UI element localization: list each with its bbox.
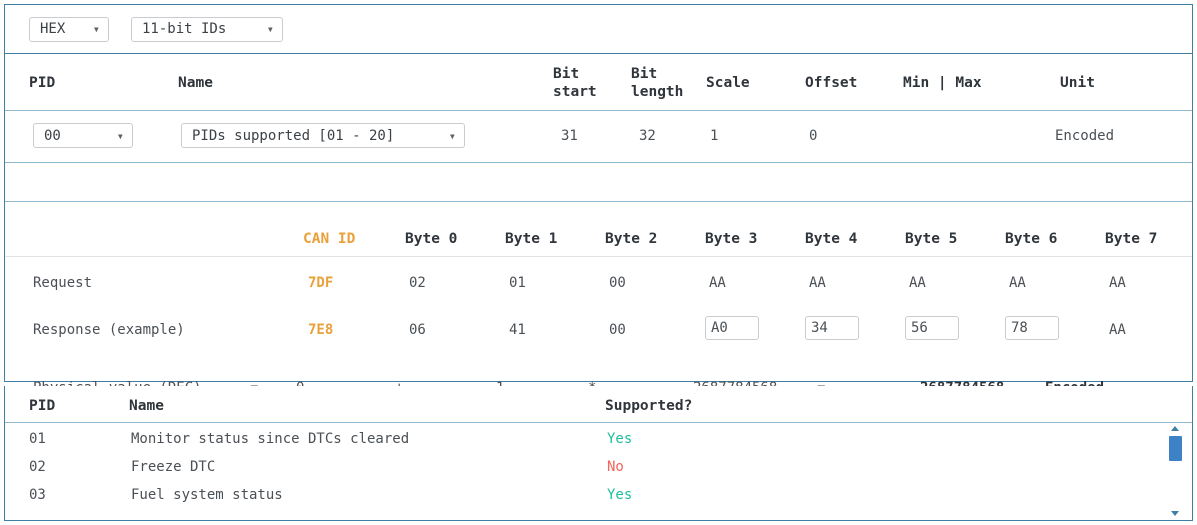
supported-row-pid: 03 xyxy=(29,487,46,503)
supported-row-name: Freeze DTC xyxy=(131,459,216,475)
request-byte-7: AA xyxy=(1109,275,1126,291)
pid-name-select[interactable]: PIDs supported [01 - 20] ▾ xyxy=(181,123,465,148)
supported-row-flag: No xyxy=(607,459,624,475)
scroll-down-arrow-icon[interactable] xyxy=(1171,511,1179,516)
supported-row-flag: Yes xyxy=(607,487,633,503)
pid-select-value: 00 xyxy=(44,127,61,144)
request-can-id: 7DF xyxy=(308,275,334,291)
divider-frame-header-top xyxy=(5,201,1192,202)
col-header-byte-6: Byte 6 xyxy=(1005,231,1058,247)
col-header-byte-0: Byte 0 xyxy=(405,231,458,247)
pid-name-select-value: PIDs supported [01 - 20] xyxy=(192,127,395,144)
supported-list-header: PID Name Supported? xyxy=(5,386,1192,422)
request-byte-5: AA xyxy=(909,275,926,291)
divider-pid-header xyxy=(5,110,1192,111)
frame-row-label-request: Request xyxy=(33,275,93,291)
col-header-pid: PID xyxy=(29,75,56,91)
toolbar-panel: HEX ▾ 11-bit IDs ▾ xyxy=(4,4,1193,54)
response-byte-0: 06 xyxy=(409,322,426,338)
supported-pid-panel: PID Name Supported? 01 Monitor status si… xyxy=(4,386,1193,521)
divider-pid-row xyxy=(5,162,1192,163)
col-header-byte-3: Byte 3 xyxy=(705,231,758,247)
response-byte-7: AA xyxy=(1109,322,1126,338)
col-header-byte-5: Byte 5 xyxy=(905,231,958,247)
col-header-supported-pid: PID xyxy=(29,398,56,414)
chevron-down-icon: ▾ xyxy=(448,128,456,143)
col-header-byte-1: Byte 1 xyxy=(505,231,558,247)
col-header-can-id: CAN ID xyxy=(303,231,356,247)
obd-pid-decoder-app: HEX ▾ 11-bit IDs ▾ PID Name Bit start Bi… xyxy=(0,0,1197,525)
col-header-scale: Scale xyxy=(706,75,750,91)
supported-row-pid: 01 xyxy=(29,431,46,447)
number-format-value: HEX xyxy=(40,21,66,37)
value-offset: 0 xyxy=(809,128,818,144)
response-byte-5-input[interactable] xyxy=(905,316,959,340)
chevron-down-icon: ▾ xyxy=(92,22,100,36)
request-byte-4: AA xyxy=(809,275,826,291)
frame-row-label-response: Response (example) xyxy=(33,322,185,338)
pid-select[interactable]: 00 ▾ xyxy=(33,123,133,148)
scrollbar-thumb[interactable] xyxy=(1169,436,1182,461)
id-length-select[interactable]: 11-bit IDs ▾ xyxy=(131,16,283,42)
scroll-up-arrow-icon[interactable] xyxy=(1171,426,1179,431)
value-bit-start: 31 xyxy=(561,128,578,144)
response-byte-4-input[interactable] xyxy=(805,316,859,340)
divider-frame-header xyxy=(5,256,1192,257)
main-panel: PID Name Bit start Bit length Scale Offs… xyxy=(4,54,1193,429)
col-header-supported-name: Name xyxy=(129,398,164,414)
request-byte-2: 00 xyxy=(609,275,626,291)
supported-list-scrollbar[interactable] xyxy=(1168,424,1183,518)
col-header-byte-7: Byte 7 xyxy=(1105,231,1158,247)
col-header-name: Name xyxy=(178,75,213,91)
col-header-unit: Unit xyxy=(1060,75,1095,91)
chevron-down-icon: ▾ xyxy=(116,128,124,143)
request-byte-6: AA xyxy=(1009,275,1026,291)
number-format-select[interactable]: HEX ▾ xyxy=(29,16,109,42)
list-item[interactable]: 01 Monitor status since DTCs cleared Yes xyxy=(5,423,1192,451)
col-header-byte-4: Byte 4 xyxy=(805,231,858,247)
response-byte-3-input[interactable] xyxy=(705,316,759,340)
col-header-supported-flag: Supported? xyxy=(605,398,693,414)
request-byte-3: AA xyxy=(709,275,726,291)
col-header-byte-2: Byte 2 xyxy=(605,231,658,247)
response-byte-1: 41 xyxy=(509,322,526,338)
supported-row-name: Monitor status since DTCs cleared xyxy=(131,431,410,447)
supported-list-body[interactable]: 01 Monitor status since DTCs cleared Yes… xyxy=(5,423,1192,519)
request-byte-1: 01 xyxy=(509,275,526,291)
value-unit: Encoded xyxy=(1055,128,1115,144)
list-item[interactable]: 03 Fuel system status Yes xyxy=(5,479,1192,507)
list-item[interactable]: 02 Freeze DTC No xyxy=(5,451,1192,479)
supported-row-pid: 02 xyxy=(29,459,46,475)
supported-row-flag: Yes xyxy=(607,431,633,447)
supported-row-name: Fuel system status xyxy=(131,487,283,503)
value-bit-length: 32 xyxy=(639,128,656,144)
id-length-value: 11-bit IDs xyxy=(142,21,227,37)
chevron-down-icon: ▾ xyxy=(266,22,274,36)
col-header-min-max: Min | Max xyxy=(903,75,982,91)
response-byte-2: 00 xyxy=(609,322,626,338)
request-byte-0: 02 xyxy=(409,275,426,291)
response-byte-6-input[interactable] xyxy=(1005,316,1059,340)
col-header-bit-length-line2: length xyxy=(631,84,684,100)
col-header-offset: Offset xyxy=(805,75,858,91)
col-header-bit-start-line1: Bit xyxy=(553,66,580,82)
response-can-id: 7E8 xyxy=(308,322,334,338)
col-header-bit-length-line1: Bit xyxy=(631,66,658,82)
col-header-bit-start-line2: start xyxy=(553,84,597,100)
value-scale: 1 xyxy=(710,128,719,144)
toolbar: HEX ▾ 11-bit IDs ▾ xyxy=(5,5,1192,53)
